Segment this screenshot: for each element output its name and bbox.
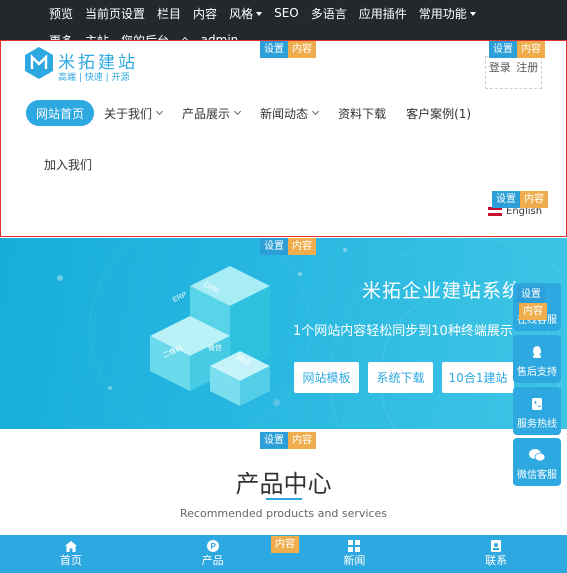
nav-item-label: 客户案例(1): [406, 106, 472, 121]
contact-card-icon: [491, 540, 502, 552]
nav-item[interactable]: 新闻动态: [250, 100, 328, 126]
banner-button-templates[interactable]: 网站模板: [294, 362, 359, 393]
admin-menu-item[interactable]: 栏目: [157, 5, 181, 22]
admin-menu-label: 应用插件: [358, 6, 407, 21]
admin-menu-label: SEO: [274, 6, 299, 20]
bottom-content-tag[interactable]: 内容: [271, 536, 299, 553]
set-tag[interactable]: 设置: [260, 41, 288, 58]
admin-menu-item[interactable]: 多语言: [311, 5, 347, 22]
illus-label-erp: ERP: [172, 291, 188, 304]
side-content-tag[interactable]: 内容: [519, 303, 547, 320]
home-icon: [64, 540, 77, 552]
login-register-box: 登录 注册: [485, 56, 542, 89]
admin-menu-item[interactable]: 应用插件: [359, 5, 407, 22]
lang-edit-tags[interactable]: 设置 内容: [492, 191, 548, 208]
chevron-down-icon: [234, 107, 242, 116]
nav-item-label: 新闻动态: [260, 106, 309, 121]
admin-menu-item[interactable]: 预览: [49, 5, 73, 22]
admin-menu-item[interactable]: 风格: [229, 5, 263, 22]
side-item-label: 微信客服: [517, 470, 557, 481]
set-tag[interactable]: 设置: [260, 238, 288, 255]
grid-icon: [348, 540, 361, 552]
content-tag[interactable]: 内容: [519, 303, 547, 320]
banner-button-10in1[interactable]: 10合1建站: [442, 362, 514, 393]
banner-button-download[interactable]: 系统下载: [368, 362, 433, 393]
set-tag[interactable]: 设置: [517, 286, 545, 303]
side-item-after-sales[interactable]: 售后支持: [513, 335, 561, 383]
caret-down-icon: [256, 12, 263, 16]
caret-down-icon: [469, 12, 476, 16]
chevron-down-icon: [155, 107, 164, 116]
banner-edit-tags[interactable]: 设置 内容: [260, 238, 316, 255]
phone-icon: [532, 398, 542, 410]
side-item-wechat[interactable]: 微信客服: [513, 438, 561, 486]
nav-item[interactable]: 资料下载: [328, 100, 396, 126]
login-link[interactable]: 登录: [489, 59, 511, 75]
bottom-nav-products[interactable]: P 产品: [142, 535, 284, 573]
bottom-nav-home[interactable]: 首页: [0, 535, 142, 573]
admin-menu-label: 栏目: [157, 6, 182, 21]
side-set-tag[interactable]: 设置: [517, 286, 545, 303]
bottom-nav-news[interactable]: 新闻: [284, 535, 426, 573]
nav-item-label: 网站首页: [36, 106, 85, 121]
content-tag[interactable]: 内容: [288, 432, 316, 449]
nav-item[interactable]: 关于我们: [94, 100, 172, 126]
uk-flag-icon: [488, 207, 502, 216]
content-tag[interactable]: 内容: [517, 41, 545, 58]
products-section-title: 产品中心: [235, 470, 332, 498]
side-item-hotline[interactable]: 服务热线: [513, 387, 561, 435]
nav-item[interactable]: 网站首页: [26, 100, 95, 126]
nav-item-label: 产品展示: [182, 106, 231, 121]
content-tag[interactable]: 内容: [520, 191, 548, 208]
chevron-down-icon: [312, 107, 320, 116]
register-link[interactable]: 注册: [516, 59, 538, 75]
logo-slogan: 高端 | 快速 | 开源: [58, 73, 130, 83]
nav-item[interactable]: 产品展示: [172, 100, 250, 126]
set-tag[interactable]: 设置: [489, 41, 517, 58]
admin-menu-label: 多语言: [310, 6, 347, 21]
bottom-nav-label: 首页: [59, 553, 82, 567]
illus-label-wechat: 微信: [208, 343, 222, 352]
admin-menu-label: 当前页设置: [85, 6, 146, 21]
admin-menu-label: 内容: [193, 6, 218, 21]
penguin-icon: [533, 346, 541, 358]
admin-menu-label: 预览: [49, 6, 74, 21]
nav-item-label: 资料下载: [338, 106, 387, 121]
banner-subtitle: 1个网站内容轻松同步到10种终端展示: [293, 324, 513, 339]
products-section-subtitle: Recommended products and services: [180, 507, 387, 520]
product-p-icon: P: [206, 540, 219, 552]
nav-item-join-us[interactable]: 加入我们: [44, 156, 92, 173]
set-tag[interactable]: 设置: [492, 191, 520, 208]
side-item-label: 售后支持: [517, 367, 557, 378]
carousel-dot[interactable]: [273, 399, 280, 406]
admin-menu-item[interactable]: 内容: [193, 5, 217, 22]
admin-menu-label: 风格: [229, 6, 254, 21]
admin-menu-item[interactable]: 常用功能: [419, 5, 476, 22]
logo-m-icon: [25, 47, 53, 79]
wechat-icon: [529, 449, 545, 462]
admin-menu-item[interactable]: SEO: [274, 6, 299, 20]
nav-item-label: 关于我们: [104, 106, 153, 121]
bottom-nav-label: 产品: [201, 554, 224, 567]
banner-title: 米拓企业建站系统: [362, 280, 523, 302]
bottom-nav-contact[interactable]: 联系: [425, 535, 567, 573]
svg-text:P: P: [210, 542, 216, 551]
bottom-nav-label: 联系: [485, 554, 508, 567]
admin-toolbar-row: 预览 当前页设置 栏目 内容 风格 SEO 多语言 应用插件 常用功能: [49, 4, 476, 22]
admin-menu-item[interactable]: 当前页设置: [85, 5, 145, 22]
main-navigation: 网站首页 关于我们 产品展示 新闻动态 资料下载 客户案例(1): [26, 100, 481, 126]
bottom-nav-label: 新闻: [343, 554, 366, 567]
content-tag[interactable]: 内容: [288, 238, 316, 255]
login-edit-tags[interactable]: 设置 内容: [489, 41, 545, 58]
products-edit-tags[interactable]: 设置 内容: [260, 432, 316, 449]
admin-menu-label: 常用功能: [418, 6, 467, 21]
site-logo[interactable]: 米拓建站 高端 | 快速 | 开源: [25, 47, 135, 87]
title-underline: [266, 498, 302, 500]
set-tag[interactable]: 设置: [260, 432, 288, 449]
header-edit-tags[interactable]: 设置 内容: [260, 41, 316, 58]
nav-item[interactable]: 客户案例(1): [396, 100, 481, 126]
content-tag[interactable]: 内容: [271, 536, 299, 553]
content-tag[interactable]: 内容: [288, 41, 316, 58]
side-item-label: 服务热线: [517, 419, 557, 430]
